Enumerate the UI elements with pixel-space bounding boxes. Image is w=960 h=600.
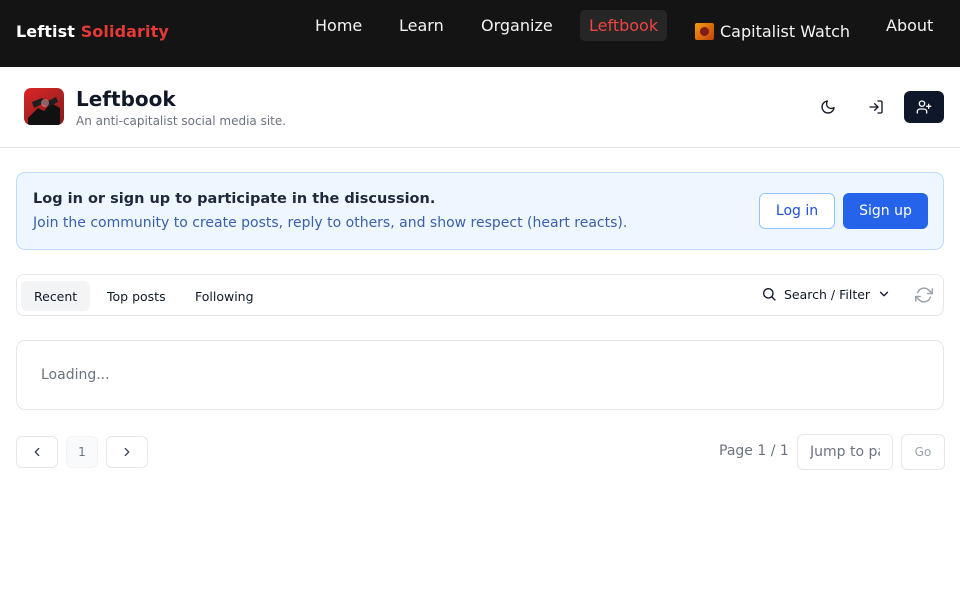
signup-icon-button[interactable] xyxy=(904,91,944,123)
app-header: Leftbook An anti-capitalist social media… xyxy=(0,67,960,148)
nav-about[interactable]: About xyxy=(886,16,933,35)
nav-capitalist-watch[interactable]: Capitalist Watch xyxy=(695,22,850,41)
app-subtitle: An anti-capitalist social media site. xyxy=(76,114,287,128)
brand-accent: Solidarity xyxy=(80,22,169,41)
log-in-icon xyxy=(869,100,883,114)
search-filter-label: Search / Filter xyxy=(784,286,871,302)
auth-banner: Log in or sign up to participate in the … xyxy=(16,172,944,250)
search-icon xyxy=(763,288,776,301)
login-icon-button[interactable] xyxy=(860,91,892,123)
page-info: Page 1 / 1 xyxy=(719,443,789,459)
jump-to-page-input[interactable] xyxy=(797,434,893,470)
site-brand[interactable]: Leftist Solidarity xyxy=(16,22,169,41)
top-nav: Leftist Solidarity Home Learn Organize L… xyxy=(0,0,960,67)
nav-organize[interactable]: Organize xyxy=(481,16,553,35)
tab-top-posts[interactable]: Top posts xyxy=(94,281,179,311)
refresh-icon xyxy=(915,287,933,303)
user-plus-icon xyxy=(916,100,932,114)
chevron-right-icon xyxy=(124,447,130,457)
search-filter-button[interactable]: Search / Filter xyxy=(761,286,891,302)
chevron-left-icon xyxy=(34,447,40,457)
feed-tabs-bar: Recent Top posts Following Search / Filt… xyxy=(16,274,944,316)
tab-recent[interactable]: Recent xyxy=(21,281,91,311)
nav-learn[interactable]: Learn xyxy=(399,16,444,35)
brand-main: Leftist xyxy=(16,22,76,41)
page-number-button[interactable]: 1 xyxy=(66,436,98,468)
leftbook-logo xyxy=(24,88,64,125)
previous-page-button[interactable] xyxy=(16,436,58,468)
capitalist-watch-icon xyxy=(695,23,714,40)
chevron-down-icon xyxy=(879,291,889,297)
go-button[interactable]: Go xyxy=(901,434,945,470)
login-button[interactable]: Log in xyxy=(759,193,835,229)
tab-following[interactable]: Following xyxy=(182,281,267,311)
app-title: Leftbook xyxy=(76,87,176,111)
signup-button[interactable]: Sign up xyxy=(843,193,928,229)
banner-title: Log in or sign up to participate in the … xyxy=(33,191,436,207)
moon-icon xyxy=(821,100,835,114)
feed-content-card: Loading... xyxy=(16,340,944,410)
banner-text: Join the community to create posts, repl… xyxy=(33,215,628,231)
nav-capitalist-watch-label: Capitalist Watch xyxy=(720,22,851,41)
next-page-button[interactable] xyxy=(106,436,148,468)
nav-home[interactable]: Home xyxy=(315,16,362,35)
theme-toggle-button[interactable] xyxy=(812,91,844,123)
refresh-button[interactable] xyxy=(915,286,933,304)
loading-text: Loading... xyxy=(41,367,110,383)
nav-leftbook[interactable]: Leftbook xyxy=(580,10,668,41)
